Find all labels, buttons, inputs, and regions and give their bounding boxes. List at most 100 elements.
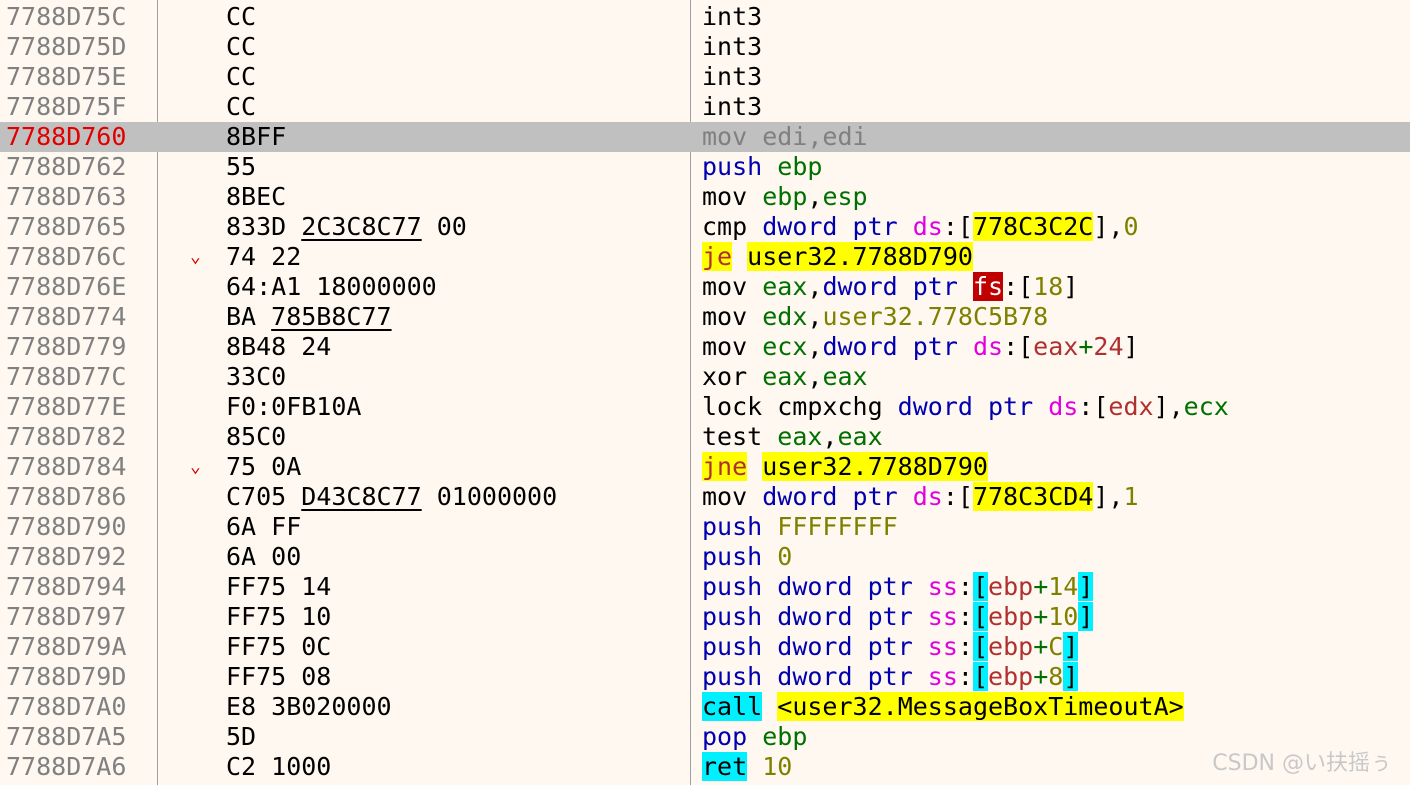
bytes-cell[interactable]: CC xyxy=(226,62,256,92)
address-cell[interactable]: 7788D7A0 xyxy=(6,692,126,722)
disassembly-cell[interactable]: cmp dword ptr ds:[778C3C2C],0 xyxy=(702,212,1139,242)
address-cell[interactable]: 7788D794 xyxy=(6,572,126,602)
address-cell[interactable]: 7788D774 xyxy=(6,302,126,332)
disassembly-cell[interactable]: mov ecx,dword ptr ds:[eax+24] xyxy=(702,332,1139,362)
bytes-cell[interactable]: CC xyxy=(226,32,256,62)
bytes-cell[interactable]: 8BFF xyxy=(226,122,286,152)
address-cell[interactable]: 7788D75C xyxy=(6,2,126,32)
instruction-row[interactable]: 7788D760 8BFF mov edi,edi xyxy=(0,122,1410,152)
address-cell[interactable]: 7788D786 xyxy=(6,482,126,512)
disassembly-cell[interactable]: mov ebp,esp xyxy=(702,182,868,212)
bytes-cell[interactable]: FF75 10 xyxy=(226,602,331,632)
bytes-cell[interactable]: 5D xyxy=(226,722,256,752)
bytes-cell[interactable]: 74 22 xyxy=(226,242,301,272)
disassembly-cell[interactable]: test eax,eax xyxy=(702,422,883,452)
instruction-row[interactable]: 7788D76C ⌄ 74 22 je user32.7788D790 xyxy=(0,242,1410,272)
bytes-cell[interactable]: 33C0 xyxy=(226,362,286,392)
address-cell[interactable]: 7788D790 xyxy=(6,512,126,542)
address-cell[interactable]: 7788D76E xyxy=(6,272,126,302)
instruction-row[interactable]: 7788D774 BA 785B8C77 mov edx,user32.778C5B… xyxy=(0,302,1410,332)
disassembly-cell[interactable]: xor eax,eax xyxy=(702,362,868,392)
jump-arrow-icon[interactable]: ⌄ xyxy=(190,242,201,272)
bytes-cell[interactable]: FF75 14 xyxy=(226,572,331,602)
disassembly-cell[interactable]: ret 10 xyxy=(702,752,792,782)
bytes-cell[interactable]: 6A FF xyxy=(226,512,301,542)
disassembly-view[interactable]: 7788D75C CC int3 7788D75D CC int3 7788D75E CC in… xyxy=(0,0,1410,785)
disassembly-cell[interactable]: mov dword ptr ds:[778C3CD4],1 xyxy=(702,482,1139,512)
instruction-row[interactable]: 7788D762 55 push ebp xyxy=(0,152,1410,182)
address-cell[interactable]: 7788D75F xyxy=(6,92,126,122)
address-cell[interactable]: 7788D7A5 xyxy=(6,722,126,752)
address-cell[interactable]: 7788D762 xyxy=(6,152,126,182)
bytes-cell[interactable]: FF75 08 xyxy=(226,662,331,692)
address-cell[interactable]: 7788D765 xyxy=(6,212,126,242)
instruction-row[interactable]: 7788D784 ⌄ 75 0A jne user32.7788D790 xyxy=(0,452,1410,482)
disassembly-cell[interactable]: mov eax,dword ptr fs:[18] xyxy=(702,272,1078,302)
address-cell[interactable]: 7788D75E xyxy=(6,62,126,92)
bytes-cell[interactable]: C705 D43C8C77 01000000 xyxy=(226,482,557,512)
bytes-cell[interactable]: F0:0FB10A xyxy=(226,392,361,422)
bytes-cell[interactable]: CC xyxy=(226,92,256,122)
address-cell[interactable]: 7788D779 xyxy=(6,332,126,362)
jump-arrow-icon[interactable]: ⌄ xyxy=(190,452,201,482)
disassembly-cell[interactable]: int3 xyxy=(702,2,762,32)
address-cell[interactable]: 7788D77C xyxy=(6,362,126,392)
bytes-cell[interactable]: 55 xyxy=(226,152,256,182)
bytes-cell[interactable]: 8B48 24 xyxy=(226,332,331,362)
bytes-cell[interactable]: E8 3B020000 xyxy=(226,692,392,722)
instruction-row[interactable]: 7788D7A0 E8 3B020000 call <user32.MessageB… xyxy=(0,692,1410,722)
bytes-cell[interactable]: 833D 2C3C8C77 00 xyxy=(226,212,467,242)
instruction-row[interactable]: 7788D75C CC int3 xyxy=(0,2,1410,32)
address-cell[interactable]: 7788D782 xyxy=(6,422,126,452)
address-cell[interactable]: 7788D763 xyxy=(6,182,126,212)
disassembly-cell[interactable]: mov edx,user32.778C5B78 xyxy=(702,302,1048,332)
bytes-cell[interactable]: 6A 00 xyxy=(226,542,301,572)
address-cell[interactable]: 7788D784 xyxy=(6,452,126,482)
address-cell[interactable]: 7788D77E xyxy=(6,392,126,422)
bytes-cell[interactable]: FF75 0C xyxy=(226,632,331,662)
disassembly-cell[interactable]: push 0 xyxy=(702,542,792,572)
instruction-row[interactable]: 7788D797 FF75 10 push dword ptr ss:[ebp+10… xyxy=(0,602,1410,632)
instruction-row[interactable]: 7788D76E 64:A1 18000000 mov eax,dword ptr … xyxy=(0,272,1410,302)
bytes-cell[interactable]: 75 0A xyxy=(226,452,301,482)
address-cell[interactable]: 7788D76C xyxy=(6,242,126,272)
instruction-row[interactable]: 7788D75E CC int3 xyxy=(0,62,1410,92)
instruction-row[interactable]: 7788D77E F0:0FB10A lock cmpxchg dword ptr … xyxy=(0,392,1410,422)
address-cell[interactable]: 7788D797 xyxy=(6,602,126,632)
disassembly-cell[interactable]: int3 xyxy=(702,62,762,92)
disassembly-cell[interactable]: lock cmpxchg dword ptr ds:[edx],ecx xyxy=(702,392,1229,422)
instruction-row[interactable]: 7788D7A6 C2 1000 ret 10 xyxy=(0,752,1410,782)
address-cell[interactable]: 7788D792 xyxy=(6,542,126,572)
disassembly-cell[interactable]: pop ebp xyxy=(702,722,807,752)
disassembly-cell[interactable]: int3 xyxy=(702,32,762,62)
instruction-row[interactable]: 7788D779 8B48 24 mov ecx,dword ptr ds:[eax… xyxy=(0,332,1410,362)
disassembly-cell[interactable]: push ebp xyxy=(702,152,822,182)
instruction-row[interactable]: 7788D786 C705 D43C8C77 01000000 mov dword … xyxy=(0,482,1410,512)
instruction-row[interactable]: 7788D794 FF75 14 push dword ptr ss:[ebp+14… xyxy=(0,572,1410,602)
instruction-row[interactable]: 7788D75F CC int3 xyxy=(0,92,1410,122)
disassembly-cell[interactable]: jne user32.7788D790 xyxy=(702,452,988,482)
bytes-cell[interactable]: BA 785B8C77 xyxy=(226,302,392,332)
address-cell[interactable]: 7788D79D xyxy=(6,662,126,692)
bytes-cell[interactable]: 8BEC xyxy=(226,182,286,212)
instruction-row[interactable]: 7788D765 833D 2C3C8C77 00 cmp dword ptr ds… xyxy=(0,212,1410,242)
disassembly-cell[interactable]: push dword ptr ss:[ebp+14] xyxy=(702,572,1094,602)
instruction-row[interactable]: 7788D77C 33C0 xor eax,eax xyxy=(0,362,1410,392)
disassembly-cell[interactable]: int3 xyxy=(702,92,762,122)
disassembly-cell[interactable]: push FFFFFFFF xyxy=(702,512,898,542)
disassembly-cell[interactable]: mov edi,edi xyxy=(702,122,868,152)
instruction-row[interactable]: 7788D79A FF75 0C push dword ptr ss:[ebp+C] xyxy=(0,632,1410,662)
instruction-row[interactable]: 7788D79D FF75 08 push dword ptr ss:[ebp+8] xyxy=(0,662,1410,692)
bytes-cell[interactable]: 85C0 xyxy=(226,422,286,452)
instruction-row[interactable]: 7788D75D CC int3 xyxy=(0,32,1410,62)
bytes-cell[interactable]: 64:A1 18000000 xyxy=(226,272,437,302)
address-cell[interactable]: 7788D79A xyxy=(6,632,126,662)
address-cell[interactable]: 7788D760 xyxy=(6,122,126,152)
disassembly-cell[interactable]: push dword ptr ss:[ebp+C] xyxy=(702,632,1079,662)
disassembly-cell[interactable]: call <user32.MessageBoxTimeoutA> xyxy=(702,692,1184,722)
instruction-row[interactable]: 7788D782 85C0 test eax,eax xyxy=(0,422,1410,452)
address-cell[interactable]: 7788D75D xyxy=(6,32,126,62)
instruction-row[interactable]: 7788D792 6A 00 push 0 xyxy=(0,542,1410,572)
instruction-row[interactable]: 7788D763 8BEC mov ebp,esp xyxy=(0,182,1410,212)
bytes-cell[interactable]: CC xyxy=(226,2,256,32)
